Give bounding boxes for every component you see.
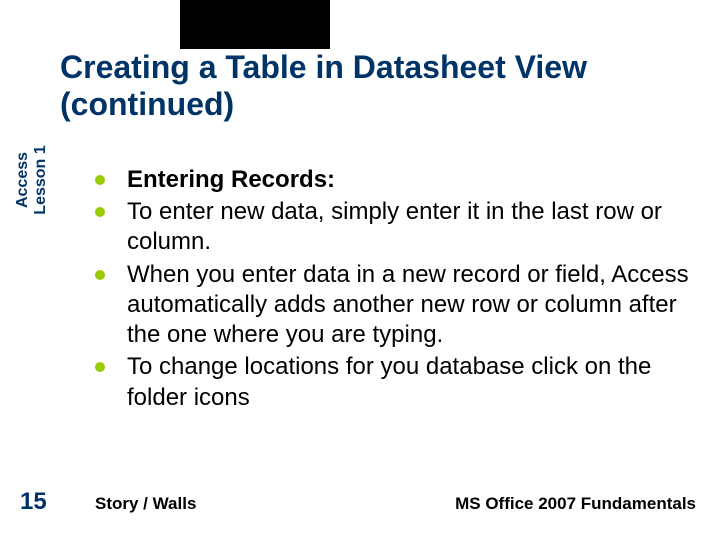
list-item: To enter new data, simply enter it in th… [95, 197, 690, 257]
slide-title: Creating a Table in Datasheet View (cont… [60, 49, 690, 123]
slide-title-block: Creating a Table in Datasheet View (cont… [60, 49, 690, 123]
bullet-text: To change locations for you database cli… [127, 352, 690, 412]
bullet-text: When you enter data in a new record or f… [127, 260, 690, 351]
bullet-icon [95, 270, 105, 280]
bullet-text: Entering Records: [127, 165, 335, 195]
content-area: Entering Records: To enter new data, sim… [95, 165, 690, 415]
sidebar-line1: Access [14, 152, 31, 208]
bullet-text: To enter new data, simply enter it in th… [127, 197, 690, 257]
decorative-black-box [180, 0, 330, 49]
footer-right: MS Office 2007 Fundamentals [455, 494, 696, 514]
bullet-icon [95, 207, 105, 217]
bullet-icon [95, 362, 105, 372]
list-item: To change locations for you database cli… [95, 352, 690, 412]
bullet-list: Entering Records: To enter new data, sim… [95, 165, 690, 413]
page-number: 15 [20, 488, 47, 516]
sidebar-line2: Lesson 1 [32, 120, 50, 240]
list-item: Entering Records: [95, 165, 690, 195]
footer-left: Story / Walls [95, 494, 196, 514]
bullet-icon [95, 175, 105, 185]
sidebar-label: Access Lesson 1 [14, 120, 51, 240]
list-item: When you enter data in a new record or f… [95, 260, 690, 351]
